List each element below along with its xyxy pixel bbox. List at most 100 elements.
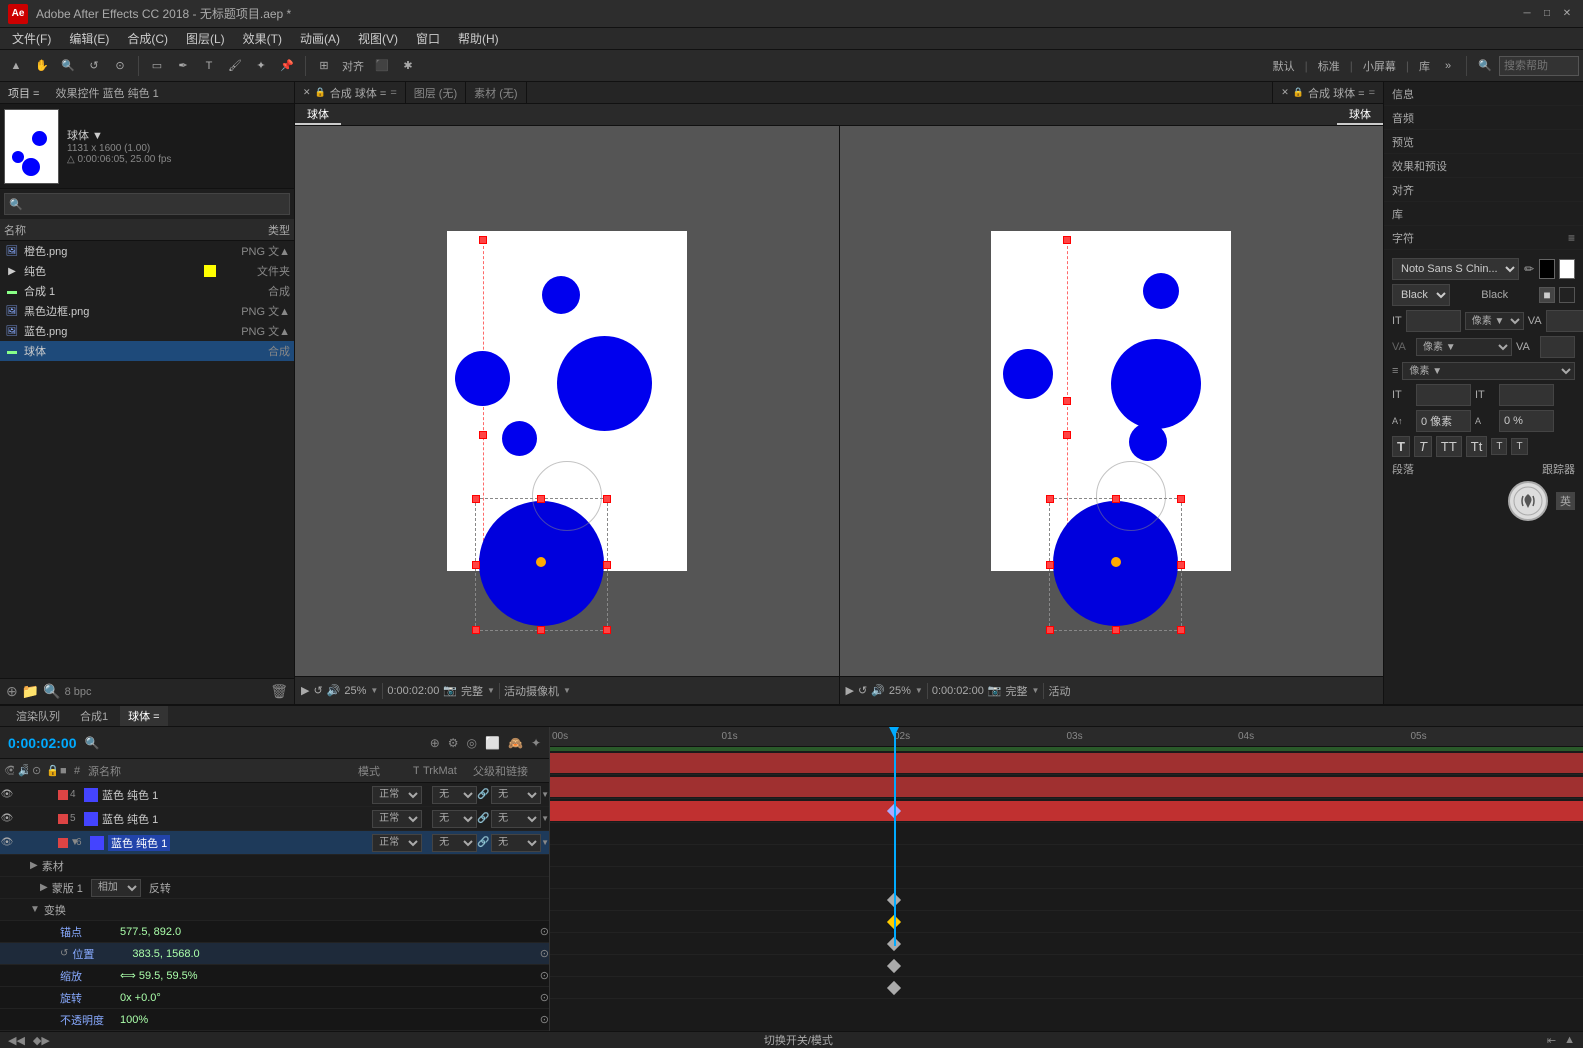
comp-icon-tl[interactable]: ⊕ xyxy=(430,736,440,750)
timeline-tab-render[interactable]: 渲染队列 xyxy=(8,706,68,726)
close-left-viewer[interactable]: ✕ 🔒 合成 球体 = = xyxy=(295,82,406,103)
font-size-unit-select[interactable]: 像素 ▼ xyxy=(1465,312,1524,330)
clone-tool[interactable]: ✦ xyxy=(249,54,273,78)
loop-icon[interactable]: ↺ xyxy=(313,684,322,697)
right-panel-effects[interactable]: 效果和预设 xyxy=(1384,154,1583,178)
workspace-small-screen[interactable]: 小屏幕 xyxy=(1359,58,1400,74)
viewer-left-quality[interactable]: 完整 xyxy=(461,683,483,699)
pen-tool[interactable]: ✒ xyxy=(171,54,195,78)
tracking-logo[interactable] xyxy=(1508,481,1548,521)
bold-button[interactable]: T xyxy=(1392,436,1410,457)
loop-icon-r[interactable]: ↺ xyxy=(858,684,867,697)
font-color-swatch[interactable] xyxy=(1539,259,1555,279)
layer-panel-tab[interactable]: 图层 (无) xyxy=(406,82,466,103)
viewer-right-quality[interactable]: 完整 xyxy=(1006,683,1028,699)
handle-top-r[interactable] xyxy=(1063,236,1071,244)
scale-stopwatch[interactable]: ⊙ xyxy=(540,969,549,982)
align-select[interactable]: 像素 ▼ xyxy=(1402,362,1575,380)
font-color-picker[interactable]: ■ xyxy=(1539,287,1555,303)
viewer-left-comp-tab[interactable]: 合成 球体 = xyxy=(330,85,387,101)
3d-toggle[interactable]: ⬛ xyxy=(370,54,394,78)
prev-frame-icon[interactable]: ◀◀ xyxy=(8,1034,25,1047)
snapping[interactable]: ⊞ xyxy=(312,54,336,78)
minimize-button[interactable]: ─ xyxy=(1519,6,1535,22)
move-up-icon[interactable]: ▲ xyxy=(1564,1034,1575,1046)
right-panel-align[interactable]: 对齐 xyxy=(1384,178,1583,202)
sel-br[interactable] xyxy=(603,626,611,634)
sel-tl[interactable] xyxy=(472,495,480,503)
current-time[interactable]: 0:00:02:00 xyxy=(8,735,77,751)
handle-top[interactable] xyxy=(479,236,487,244)
right-panel-info[interactable]: 信息 xyxy=(1384,82,1583,106)
small-caps-button[interactable]: Tt xyxy=(1466,436,1488,457)
mask-tool[interactable]: ▭ xyxy=(145,54,169,78)
tracking-select[interactable]: 像素 ▼ xyxy=(1416,338,1512,356)
layer-mode-4[interactable]: 正常 xyxy=(372,786,422,804)
viewer-zoom-left[interactable]: 25% xyxy=(344,685,366,697)
font-size-input[interactable]: 200 xyxy=(1406,310,1461,332)
layer-trkmat-5[interactable]: 无 xyxy=(432,810,477,828)
track-bar-5[interactable] xyxy=(550,777,1583,797)
sel-ml[interactable] xyxy=(472,561,480,569)
en-label[interactable]: 英 xyxy=(1556,492,1575,510)
new-comp-icon[interactable]: ⊕ xyxy=(6,683,18,700)
select-tool[interactable]: ▲ xyxy=(4,54,28,78)
sel-r-br[interactable] xyxy=(1177,626,1185,634)
hand-tool[interactable]: ✋ xyxy=(30,54,54,78)
effects-icon[interactable]: ✦ xyxy=(531,736,541,750)
puppet-tool[interactable]: 📌 xyxy=(275,54,299,78)
transform-expand[interactable]: ▼ xyxy=(30,904,40,915)
audio-icon[interactable]: 🔊 xyxy=(327,684,341,697)
sel-r-tr[interactable] xyxy=(1177,495,1185,503)
project-item[interactable]: ▬ 合成 1 合成 xyxy=(0,281,294,301)
menu-file[interactable]: 文件(F) xyxy=(4,28,59,49)
toggle-mode-btn[interactable]: 切换开关/模式 xyxy=(764,1032,833,1048)
rotate-tool[interactable]: ↺ xyxy=(82,54,106,78)
menu-edit[interactable]: 编辑(E) xyxy=(61,28,117,49)
pos-stopwatch[interactable]: ⊙ xyxy=(540,947,549,960)
footage-panel-tab[interactable]: 素材 (无) xyxy=(466,82,526,103)
layer-settings-icon[interactable]: ⚙ xyxy=(448,736,459,750)
menu-window[interactable]: 窗口 xyxy=(408,28,448,49)
handle-mid2[interactable] xyxy=(479,431,487,439)
search-help-input[interactable] xyxy=(1499,56,1579,76)
3d-icon[interactable]: ⬜ xyxy=(485,736,500,750)
workspace-extend[interactable]: » xyxy=(1436,54,1460,78)
subscript-button[interactable]: T xyxy=(1511,438,1527,455)
sel-r-bl[interactable] xyxy=(1046,626,1054,634)
close-right-viewer[interactable]: ✕ 🔒 合成 球体 = = xyxy=(1272,82,1383,103)
rotation-kf[interactable] xyxy=(887,959,901,973)
project-item[interactable]: 🖼 蓝色.png PNG 文▲ xyxy=(0,321,294,341)
menu-view[interactable]: 视图(V) xyxy=(350,28,406,49)
viewer-right-canvas[interactable] xyxy=(840,126,1384,676)
menu-layer[interactable]: 图层(L) xyxy=(178,28,233,49)
timeline-tab-sphere[interactable]: 球体 = xyxy=(120,706,167,726)
anchor-stopwatch[interactable]: ⊙ xyxy=(540,925,549,938)
handle-mid2-r[interactable] xyxy=(1063,431,1071,439)
layer-vis-6[interactable]: 👁 xyxy=(0,837,14,848)
audio-icon-r[interactable]: 🔊 xyxy=(871,684,885,697)
layer-parent-6[interactable]: 无 xyxy=(491,834,541,852)
layer-parent-4[interactable]: 无 xyxy=(491,786,541,804)
right-panel-library[interactable]: 库 xyxy=(1384,202,1583,226)
all-caps-button[interactable]: TT xyxy=(1436,436,1462,457)
search-icon[interactable]: 🔍 xyxy=(43,683,60,700)
font-stroke-swatch[interactable] xyxy=(1559,259,1575,279)
viewer-left-canvas[interactable] xyxy=(295,126,839,676)
rotation-handle[interactable] xyxy=(536,557,546,567)
sel-r-bm[interactable] xyxy=(1112,626,1120,634)
right-panel-character[interactable]: 字符≡ xyxy=(1384,226,1583,250)
pos-anim-icon[interactable]: ↺ xyxy=(60,948,68,959)
viewer-right-tab[interactable]: 球体 xyxy=(1337,104,1383,125)
layer-parent-5[interactable]: 无 xyxy=(491,810,541,828)
font-pencil-icon[interactable]: ✏ xyxy=(1523,261,1535,277)
shy-icon[interactable]: 🙈 xyxy=(508,736,523,750)
brush-tool[interactable]: 🖌 xyxy=(223,54,247,78)
motion-blur-icon[interactable]: ◎ xyxy=(467,736,477,750)
project-item-selected[interactable]: ▬ 球体 合成 xyxy=(0,341,294,361)
close-button[interactable]: ✕ xyxy=(1559,6,1575,22)
right-panel-preview[interactable]: 预览 xyxy=(1384,130,1583,154)
viewer-left-tab[interactable]: 球体 xyxy=(295,104,341,125)
sel-tr[interactable] xyxy=(603,495,611,503)
layer-trkmat-6[interactable]: 无 xyxy=(432,834,477,852)
